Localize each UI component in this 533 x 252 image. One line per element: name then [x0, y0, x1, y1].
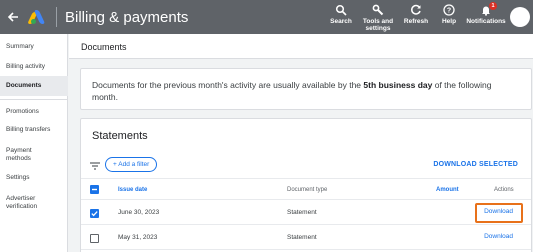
search-label: Search	[330, 18, 352, 25]
download-selected-button[interactable]: DOWNLOAD SELECTED	[433, 161, 518, 168]
sidebar-item-payment-methods[interactable]: Payment methods	[0, 147, 48, 163]
sidebar-divider	[0, 99, 68, 100]
header-divider	[56, 7, 57, 27]
info-card: Documents for the previous month's activ…	[80, 68, 532, 110]
sidebar: Summary Billing activity Documents Promo…	[0, 34, 68, 252]
row-checkbox[interactable]	[90, 209, 99, 218]
document-type-cell: Statement	[287, 234, 317, 241]
page-title: Documents	[81, 42, 127, 52]
header-tools: Search Tools and settings Refresh ? Help…	[324, 0, 533, 34]
notifications-button[interactable]: 1 Notifications	[464, 0, 508, 34]
refresh-icon	[411, 4, 421, 15]
sidebar-item-billing-transfers[interactable]: Billing transfers	[0, 126, 68, 134]
row-checkbox[interactable]	[90, 234, 99, 243]
google-ads-logo-icon	[27, 10, 48, 24]
table-row: May 31, 2023 Statement Download	[81, 226, 531, 250]
info-text-bold: 5th business day	[363, 80, 433, 90]
issue-date-cell: May 31, 2023	[118, 234, 158, 241]
sidebar-item-advertiser-verification[interactable]: Advertiser verification	[0, 195, 50, 211]
column-header-document-type: Document type	[287, 187, 328, 193]
sidebar-item-summary[interactable]: Summary	[0, 43, 68, 51]
column-header-amount[interactable]: Amount	[436, 187, 459, 193]
notification-badge: 1	[489, 2, 497, 10]
back-arrow-icon[interactable]	[2, 0, 24, 34]
search-button[interactable]: Search	[324, 0, 358, 34]
svg-text:?: ?	[447, 8, 451, 15]
info-text-before: Documents for the previous month's activ…	[92, 80, 364, 90]
avatar[interactable]	[510, 7, 530, 27]
info-message: Documents for the previous month's activ…	[92, 79, 517, 103]
tools-settings-label: Tools and settings	[362, 18, 394, 32]
search-icon	[335, 4, 347, 16]
page-header: Documents	[69, 34, 533, 59]
help-label: Help	[441, 18, 457, 25]
download-link[interactable]: Download	[484, 208, 513, 215]
document-type-cell: Statement	[287, 209, 317, 216]
sidebar-item-billing-activity[interactable]: Billing activity	[0, 63, 68, 71]
sidebar-item-settings[interactable]: Settings	[0, 174, 68, 182]
table-row: June 30, 2023 Statement Download	[81, 201, 531, 225]
select-all-checkbox[interactable]	[90, 185, 99, 194]
top-bar: Billing & payments Search Tools and sett…	[0, 0, 533, 34]
wrench-icon	[372, 4, 384, 16]
help-icon: ?	[443, 4, 455, 16]
column-header-actions: Actions	[494, 187, 514, 193]
column-header-issue-date[interactable]: Issue date	[118, 187, 147, 193]
refresh-button[interactable]: Refresh	[398, 0, 434, 34]
tools-settings-button[interactable]: Tools and settings	[358, 0, 398, 34]
refresh-label: Refresh	[403, 18, 429, 25]
sidebar-item-documents[interactable]: Documents	[0, 76, 68, 96]
download-link[interactable]: Download	[484, 233, 513, 240]
sidebar-item-promotions[interactable]: Promotions	[0, 108, 68, 116]
table-header: Issue date Document type Amount Actions	[81, 178, 531, 200]
statements-card: Statements + Add a filter DOWNLOAD SELEC…	[80, 118, 532, 252]
filter-icon[interactable]	[90, 162, 100, 170]
statements-title: Statements	[92, 130, 148, 142]
app-title: Billing & payments	[65, 8, 189, 26]
notifications-label: Notifications	[466, 18, 506, 25]
issue-date-cell: June 30, 2023	[118, 209, 160, 216]
help-button[interactable]: ? Help	[434, 0, 464, 34]
add-filter-button[interactable]: + Add a filter	[105, 157, 158, 172]
